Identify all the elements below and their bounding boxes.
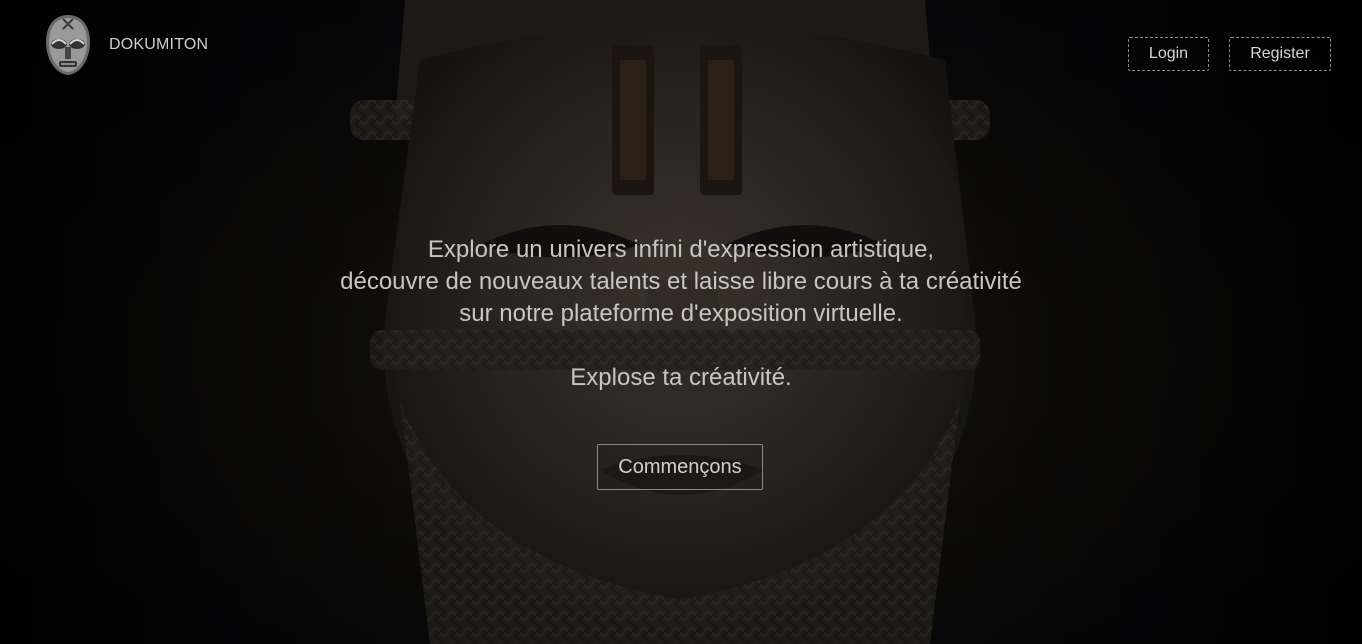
- brand-name: DOKUMITON: [109, 36, 209, 53]
- hero-section: Explore un univers infini d'expression a…: [0, 234, 1362, 394]
- brand-link[interactable]: DOKUMITON: [44, 14, 208, 76]
- hero-tagline: Explose ta créativité.: [570, 364, 792, 391]
- landing-page: DOKUMITON Login Register Explore un univ…: [0, 0, 1362, 644]
- login-button[interactable]: Login: [1128, 37, 1209, 71]
- hero-line-1: Explore un univers infini d'expression a…: [427, 236, 935, 263]
- register-button[interactable]: Register: [1229, 37, 1331, 71]
- hero-line-2: découvre de nouveaux talents et laisse l…: [340, 268, 1022, 295]
- get-started-button[interactable]: Commençons: [597, 444, 763, 490]
- tribal-mask-icon: [46, 15, 90, 75]
- top-navbar: DOKUMITON Login Register: [0, 0, 1362, 106]
- hero-line-3: sur notre plateforme d'exposition virtue…: [459, 300, 903, 327]
